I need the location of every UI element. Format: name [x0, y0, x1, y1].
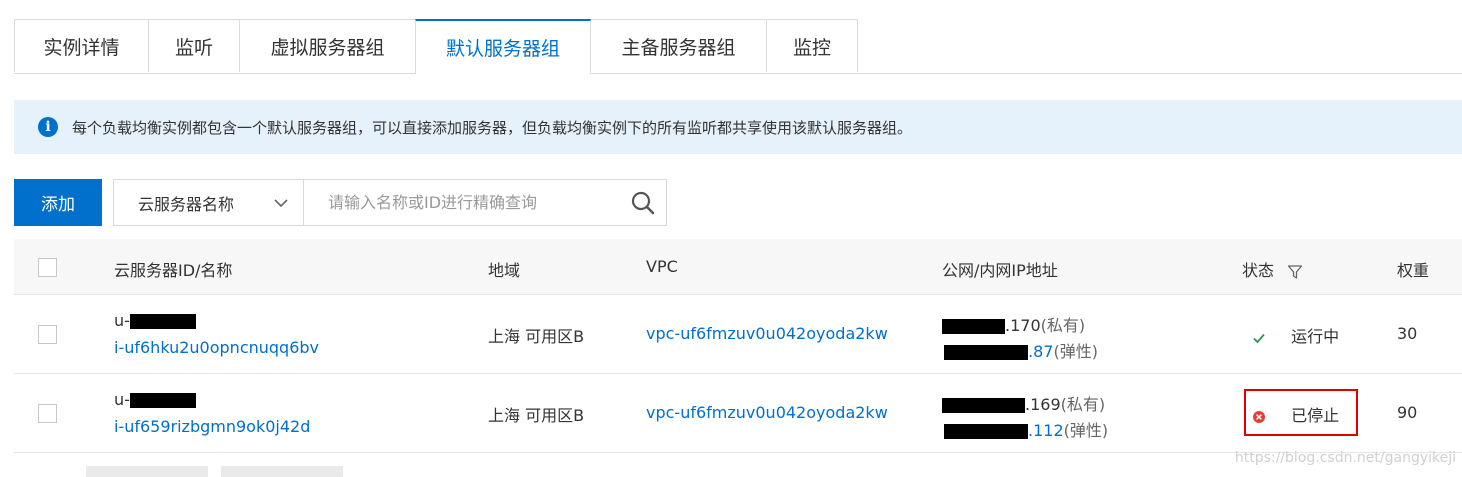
status: 运行中 — [1252, 323, 1339, 347]
search-field-select-label: 云服务器名称 — [138, 194, 235, 214]
search-icon — [631, 191, 655, 214]
info-text: 每个负载均衡实例都包含一个默认服务器组，可以直接添加服务器，但负载均衡实例下的所… — [72, 118, 913, 137]
search-field-select[interactable]: 云服务器名称 — [114, 180, 304, 225]
elastic-ip-suffix[interactable]: .112 — [1028, 421, 1064, 440]
header-region: 地域 — [488, 261, 521, 280]
header-status: 状态 — [1242, 257, 1303, 281]
redacted-ip — [944, 424, 1028, 439]
elastic-ip-suffix[interactable]: .87 — [1028, 342, 1053, 361]
redacted-name — [129, 314, 196, 329]
server-name-prefix: u- — [114, 311, 130, 330]
table-header: 云服务器ID/名称 地域 VPC 公网/内网IP地址 状态 权重 — [14, 239, 1462, 295]
status-text: 已停止 — [1291, 406, 1340, 425]
vpc-link[interactable]: vpc-uf6fmzuv0u042oyoda2kw — [646, 403, 888, 422]
check-icon — [1253, 333, 1265, 343]
redacted-ip — [942, 319, 1005, 334]
elastic-ip-tag: (弹性) — [1053, 342, 1098, 361]
tab-instance-details[interactable]: 实例详情 — [14, 19, 149, 72]
tab-listeners[interactable]: 监听 — [148, 19, 240, 72]
tab-primary-secondary-server-group[interactable]: 主备服务器组 — [590, 19, 767, 72]
search-button[interactable] — [620, 180, 666, 225]
chevron-down-icon — [274, 199, 288, 208]
redacted-name — [129, 393, 196, 408]
vpc-link[interactable]: vpc-uf6fmzuv0u042oyoda2kw — [646, 324, 888, 343]
weight: 30 — [1397, 324, 1418, 343]
server-name: u- — [114, 390, 196, 409]
header-server-name: 云服务器ID/名称 — [114, 261, 233, 280]
select-all-checkbox[interactable] — [38, 258, 57, 277]
header-weight: 权重 — [1397, 261, 1430, 280]
pagination-placeholder — [86, 466, 208, 477]
tab-default-server-group[interactable]: 默认服务器组 — [415, 19, 591, 74]
private-ip: .170(私有) — [942, 312, 1085, 336]
row-checkbox[interactable] — [38, 404, 57, 423]
elastic-ip: .112(弹性) — [944, 417, 1108, 441]
private-ip-tag: (私有) — [1060, 395, 1106, 414]
server-name: u- — [114, 311, 196, 330]
watermark: https://blog.csdn.net/gangyikeji — [1234, 450, 1456, 466]
header-vpc: VPC — [646, 257, 678, 276]
table-row: u- i-uf659rizbgmn9ok0j42d 上海 可用区B vpc-uf… — [14, 374, 1462, 453]
add-button[interactable]: 添加 — [14, 179, 102, 226]
private-ip-suffix: .170 — [1005, 316, 1041, 335]
redacted-ip — [944, 345, 1028, 360]
search-input[interactable] — [304, 180, 620, 225]
private-ip-suffix: .169 — [1025, 395, 1061, 414]
private-ip: .169(私有) — [942, 391, 1105, 415]
server-id-link[interactable]: i-uf659rizbgmn9ok0j42d — [114, 417, 310, 436]
header-ip: 公网/内网IP地址 — [942, 261, 1058, 280]
info-banner: i 每个负载均衡实例都包含一个默认服务器组，可以直接添加服务器，但负载均衡实例下… — [14, 100, 1462, 154]
status: 已停止 — [1252, 402, 1339, 426]
status-text: 运行中 — [1291, 327, 1340, 346]
tabs-divider — [14, 73, 1462, 74]
tab-monitoring[interactable]: 监控 — [766, 19, 858, 72]
pagination-placeholder — [221, 466, 343, 477]
elastic-ip-tag: (弹性) — [1063, 421, 1109, 440]
table-row: u- i-uf6hku2u0opncnuqq6bv 上海 可用区B vpc-uf… — [14, 295, 1462, 374]
server-id-link[interactable]: i-uf6hku2u0opncnuqq6bv — [114, 338, 319, 357]
error-icon — [1253, 410, 1265, 423]
filter-icon[interactable] — [1287, 264, 1303, 280]
server-name-prefix: u- — [114, 390, 130, 409]
tab-virtual-server-groups[interactable]: 虚拟服务器组 — [239, 19, 416, 72]
search-group: 云服务器名称 — [113, 179, 667, 226]
header-status-label: 状态 — [1242, 261, 1275, 280]
region: 上海 可用区B — [488, 406, 585, 425]
redacted-ip — [942, 398, 1025, 413]
weight: 90 — [1397, 403, 1418, 422]
tab-bar: 实例详情 监听 虚拟服务器组 默认服务器组 主备服务器组 监控 — [14, 19, 1462, 74]
private-ip-tag: (私有) — [1040, 316, 1086, 335]
info-icon: i — [38, 117, 58, 137]
elastic-ip: .87(弹性) — [944, 338, 1098, 362]
region: 上海 可用区B — [488, 327, 585, 346]
row-checkbox[interactable] — [38, 325, 57, 344]
